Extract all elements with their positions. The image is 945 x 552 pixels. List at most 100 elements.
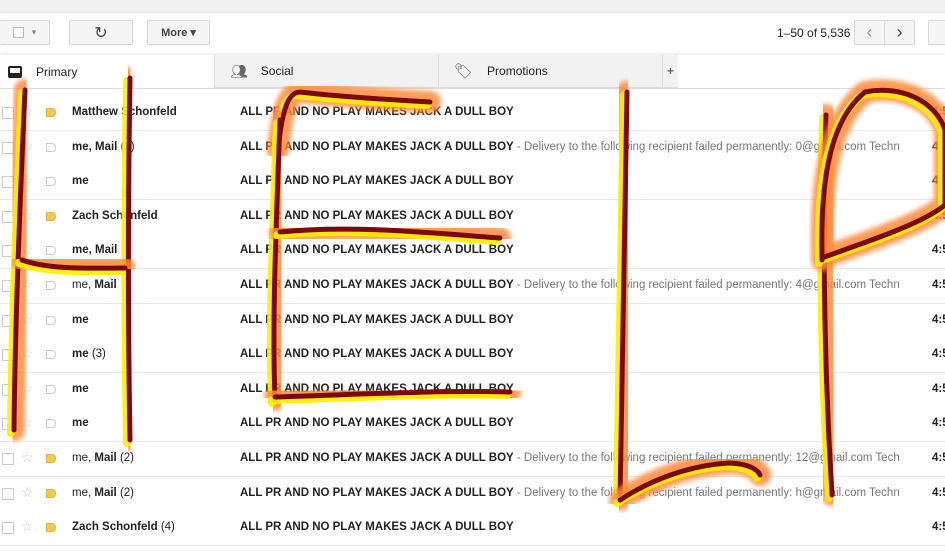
snippet: - Delivery to the following recipient fa… — [513, 140, 900, 153]
star-icon[interactable]: ☆ — [21, 449, 34, 466]
tab-promotions[interactable]: 🏷︎ Promotions — [438, 55, 662, 88]
sender: me, Mail (2) — [72, 486, 134, 499]
subject: ALL PR AND NO PLAY MAKES JACK A DULL BOY… — [240, 487, 900, 499]
time: 4:5 — [932, 279, 945, 291]
row-checkbox[interactable] — [2, 418, 14, 431]
time: 4:5 — [932, 106, 945, 118]
subject: ALL PR AND NO PLAY MAKES JACK A DULL BOY — [240, 382, 514, 395]
sender: me — [72, 175, 89, 188]
row-checkbox[interactable] — [2, 280, 14, 292]
important-marker-icon[interactable] — [46, 108, 56, 117]
time: 4:5 — [932, 417, 945, 430]
email-row[interactable]: ☆ me, Mail ALL PR AND NO PLAY MAKES JACK… — [0, 234, 945, 270]
refresh-button[interactable]: ↻ — [69, 20, 133, 45]
email-row[interactable]: ☆ me, Mail (2) ALL PR AND NO PLAY MAKES … — [0, 476, 945, 512]
subject: ALL PR AND NO PLAY MAKES JACK A DULL BOY — [240, 106, 514, 118]
important-marker-icon[interactable] — [46, 315, 56, 325]
tab-primary[interactable]: Primary — [0, 55, 214, 88]
prev-page-button[interactable]: ‹ — [854, 20, 885, 45]
important-marker-icon[interactable] — [46, 211, 56, 221]
sender: me — [72, 417, 89, 430]
settings-button[interactable] — [928, 20, 945, 45]
time: 4:5 — [932, 140, 945, 153]
next-page-button[interactable]: › — [884, 20, 915, 45]
email-row[interactable]: ☆ me ALL PR AND NO PLAY MAKES JACK A DUL… — [0, 372, 945, 408]
subject: ALL PR AND NO PLAY MAKES JACK A DULL BOY — [240, 244, 514, 257]
sender: me, Mail — [72, 279, 117, 291]
time: 4:5 — [932, 209, 945, 222]
row-checkbox[interactable] — [2, 487, 14, 500]
star-icon[interactable]: ☆ — [21, 518, 34, 535]
row-checkbox[interactable] — [2, 349, 14, 362]
important-marker-icon[interactable] — [46, 177, 56, 187]
important-marker-icon[interactable] — [46, 350, 56, 360]
important-marker-icon[interactable] — [46, 419, 56, 429]
important-marker-icon[interactable] — [46, 246, 56, 256]
email-row[interactable]: ☆ me ALL PR AND NO PLAY MAKES JACK A DUL… — [0, 165, 945, 201]
sender: me (3) — [72, 348, 106, 361]
row-checkbox[interactable] — [2, 314, 14, 327]
subject: ALL PR AND NO PLAY MAKES JACK A DULL BOY — [240, 175, 514, 188]
chevron-down-icon: ▾ — [31, 27, 37, 37]
more-button[interactable]: More ▾ — [147, 20, 210, 45]
important-marker-icon[interactable] — [46, 142, 56, 152]
important-marker-icon[interactable] — [46, 384, 56, 394]
email-row[interactable]: ☆ me ALL PR AND NO PLAY MAKES JACK A DUL… — [0, 303, 945, 339]
subject: ALL PR AND NO PLAY MAKES JACK A DULL BOY — [240, 313, 514, 326]
time: 4:5 — [932, 244, 945, 257]
star-icon[interactable]: ☆ — [21, 311, 34, 328]
email-row[interactable]: ☆ me ALL PR AND NO PLAY MAKES JACK A DUL… — [0, 407, 945, 443]
star-icon[interactable]: ☆ — [21, 207, 34, 224]
row-checkbox[interactable] — [2, 383, 14, 396]
sender: me — [72, 382, 89, 395]
important-marker-icon[interactable] — [46, 454, 56, 463]
row-checkbox[interactable] — [2, 176, 14, 189]
email-row[interactable]: ☆ me, Mail (2) ALL PR AND NO PLAY MAKES … — [0, 442, 945, 477]
star-icon[interactable]: ☆ — [21, 138, 34, 155]
email-row[interactable]: ☆ Zach Schonfeld ALL PR AND NO PLAY MAKE… — [0, 199, 945, 235]
sender: Zach Schonfeld (4) — [72, 521, 175, 534]
row-checkbox[interactable] — [2, 107, 14, 119]
important-marker-icon[interactable] — [46, 281, 56, 290]
row-checkbox[interactable] — [2, 141, 14, 154]
row-checkbox[interactable] — [2, 453, 14, 465]
category-tabs: Primary 👥︎ Social 🏷︎ Promotions + — [0, 55, 945, 89]
subject: ALL PR AND NO PLAY MAKES JACK A DULL BOY… — [240, 141, 900, 153]
email-row[interactable]: ☆ me, Mail (2) ALL PR AND NO PLAY MAKES … — [0, 130, 945, 166]
subject: ALL PR AND NO PLAY MAKES JACK A DULL BOY — [240, 209, 514, 222]
subject: ALL PR AND NO PLAY MAKES JACK A DULL BOY… — [240, 279, 900, 291]
row-checkbox[interactable] — [2, 245, 14, 258]
people-icon: 👥︎ — [230, 62, 248, 79]
important-marker-icon[interactable] — [46, 488, 56, 498]
star-icon[interactable]: ☆ — [21, 276, 34, 293]
checkbox-icon — [12, 27, 24, 38]
star-icon[interactable]: ☆ — [21, 414, 34, 431]
star-icon[interactable]: ☆ — [21, 103, 34, 120]
tab-social[interactable]: 👥︎ Social — [214, 55, 438, 88]
important-marker-icon[interactable] — [46, 523, 56, 533]
refresh-icon: ↻ — [94, 24, 108, 42]
snippet: - Delivery to the following recipient fa… — [513, 486, 900, 499]
add-tab-button[interactable]: + — [662, 55, 678, 88]
row-checkbox[interactable] — [2, 522, 14, 535]
star-icon[interactable]: ☆ — [21, 484, 34, 501]
time: 4:5 — [932, 452, 945, 464]
subject: ALL PR AND NO PLAY MAKES JACK A DULL BOY — [240, 417, 514, 430]
email-row[interactable]: ☆ Matthew Schonfeld ALL PR AND NO PLAY M… — [0, 96, 945, 131]
email-row[interactable]: ☆ me (3) ALL PR AND NO PLAY MAKES JACK A… — [0, 338, 945, 374]
snippet: - Delivery to the following recipient fa… — [513, 279, 900, 291]
time: 4:5 — [932, 521, 945, 534]
star-icon[interactable]: ☆ — [21, 241, 34, 258]
tag-icon: 🏷︎ — [454, 63, 474, 80]
star-icon[interactable]: ☆ — [21, 345, 34, 362]
row-checkbox[interactable] — [2, 210, 14, 223]
inbox-icon — [8, 65, 22, 78]
sender: me, Mail (2) — [72, 452, 134, 464]
time: 4:5 — [932, 313, 945, 326]
star-icon[interactable]: ☆ — [21, 172, 34, 189]
star-icon[interactable]: ☆ — [21, 380, 34, 397]
subject: ALL PR AND NO PLAY MAKES JACK A DULL BOY — [240, 348, 514, 361]
select-all-button[interactable]: ▾ — [0, 20, 50, 45]
email-row[interactable]: ☆ me, Mail ALL PR AND NO PLAY MAKES JACK… — [0, 269, 945, 304]
email-row[interactable]: ☆ Zach Schonfeld (4) ALL PR AND NO PLAY … — [0, 511, 945, 547]
